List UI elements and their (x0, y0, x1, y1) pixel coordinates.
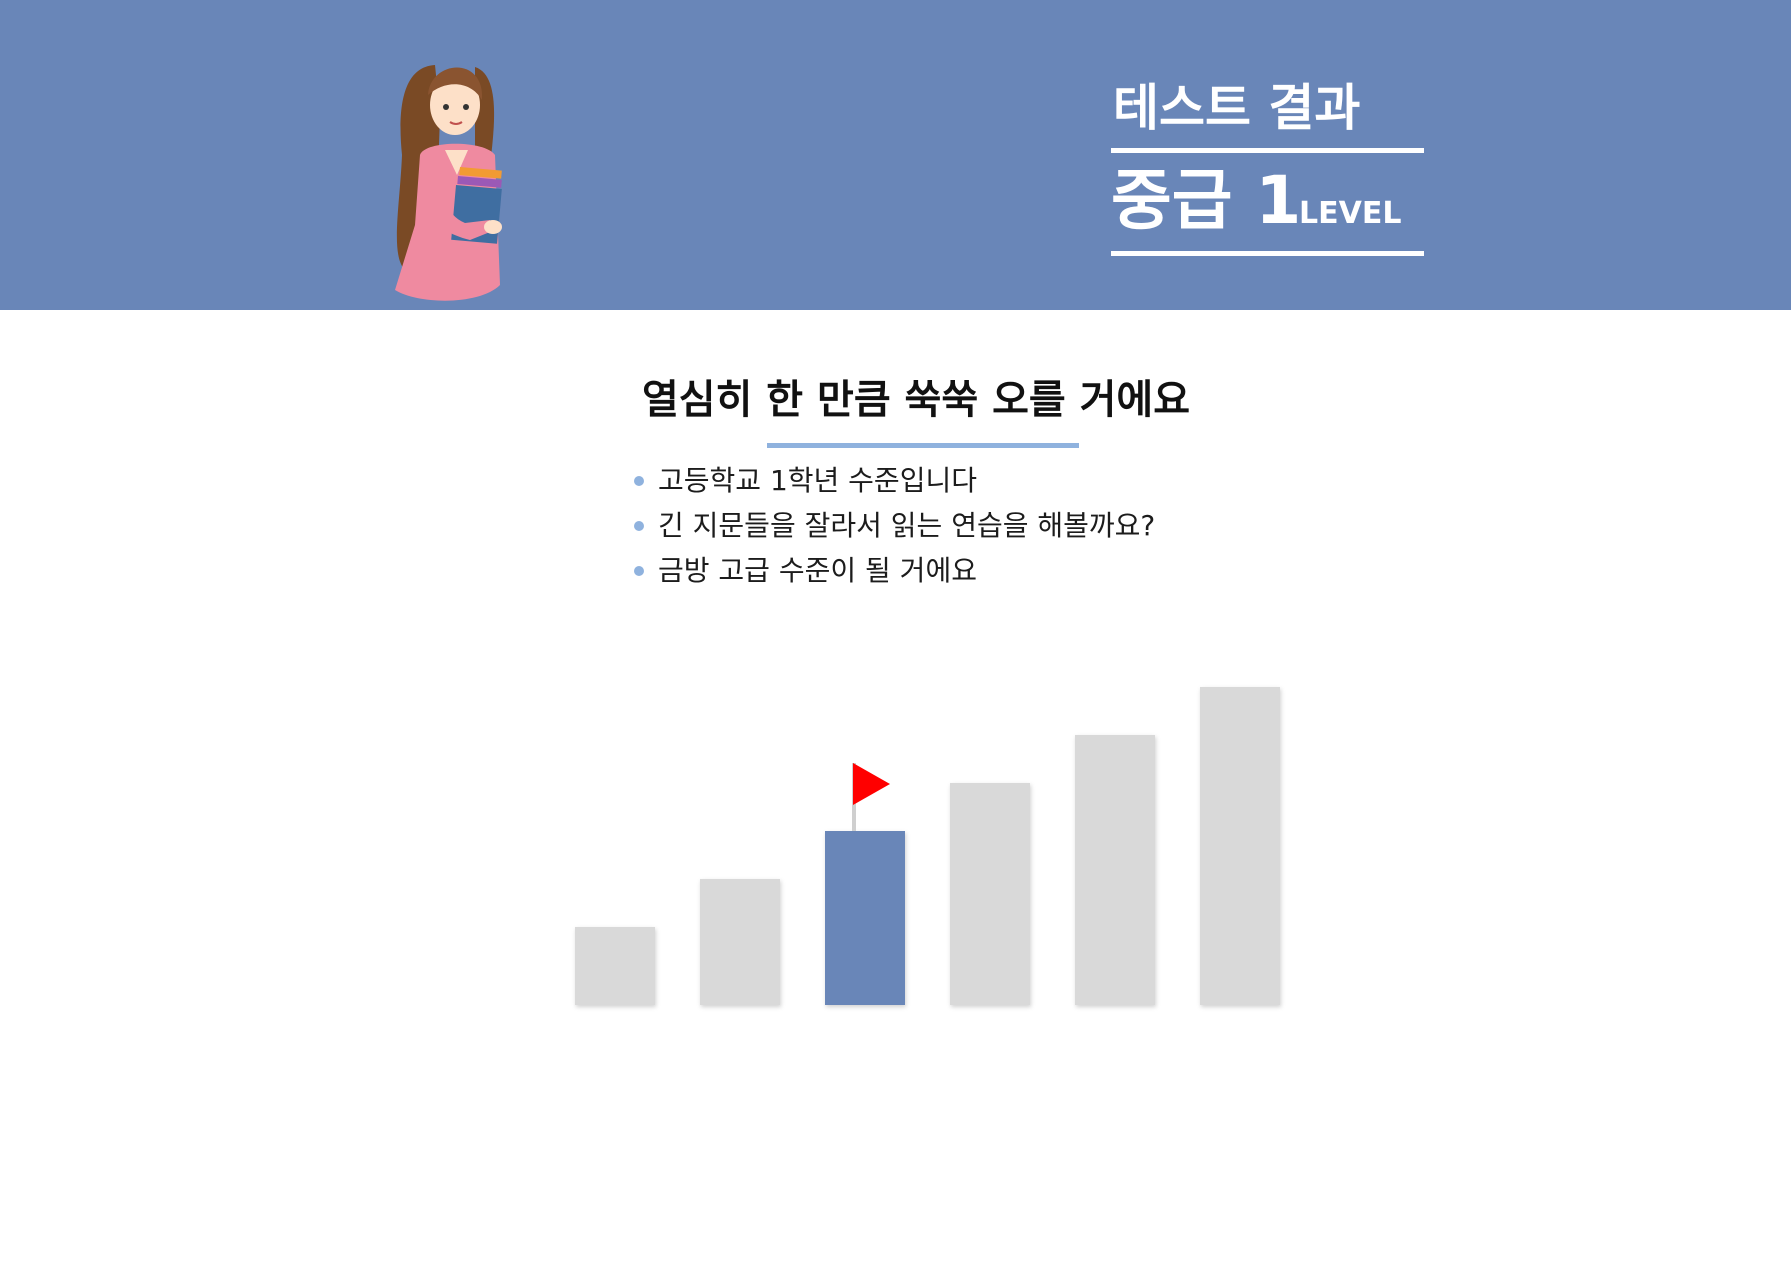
level-bar (700, 879, 780, 1005)
level-bar (575, 927, 655, 1005)
current-level-bar (825, 831, 905, 1005)
level-label: LEVEL (1299, 196, 1402, 231)
red-flag-icon (853, 763, 890, 805)
result-title: 테스트 결과 (1113, 79, 1361, 137)
list-item: 금방 고급 수준이 될 거에요 (632, 548, 1155, 593)
result-bullet-list: 고등학교 1학년 수준입니다 긴 지문들을 잘라서 읽는 연습을 해볼까요? 금… (632, 458, 1155, 593)
list-item: 긴 지문들을 잘라서 읽는 연습을 해볼까요? (632, 503, 1155, 548)
level-bar-chart (575, 687, 1280, 1005)
level-divider (1111, 251, 1424, 256)
level-name: 중급 1 (1111, 162, 1302, 239)
bullet-text: 고등학교 1학년 수준입니다 (658, 464, 977, 497)
bullet-dot-icon (634, 566, 644, 576)
level-bar (1075, 735, 1155, 1005)
result-header: 테스트 결과 중급 1 LEVEL (0, 0, 1791, 310)
bullet-text: 긴 지문들을 잘라서 읽는 연습을 해볼까요? (658, 509, 1156, 542)
level-row: 중급 1 LEVEL (1111, 153, 1424, 251)
bullet-text: 금방 고급 수준이 될 거에요 (658, 554, 977, 587)
result-headline: 열심히 한 만큼 쑥쑥 오를 거에요 (641, 377, 1191, 423)
headline-underline (767, 443, 1079, 448)
level-bar (1200, 687, 1280, 1005)
level-bar (950, 783, 1030, 1005)
list-item: 고등학교 1학년 수준입니다 (632, 458, 1155, 503)
bullet-dot-icon (634, 476, 644, 486)
student-character-illustration (395, 65, 502, 301)
result-summary: 테스트 결과 중급 1 LEVEL (1111, 78, 1424, 256)
bullet-dot-icon (634, 521, 644, 531)
